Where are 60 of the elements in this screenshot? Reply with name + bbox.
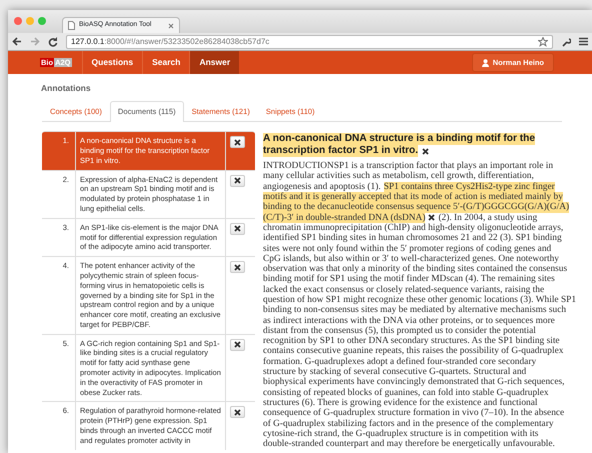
body-text: CpG islands, but also within or 3′ to well-characterized genes. One noteworthy — [263, 254, 559, 264]
body-text: of G-quadruplex stabilizing factors and in the presence of the complementary — [263, 418, 554, 429]
highlighted-snippet: SP1 contains three Cys2His2-type zinc finger — [384, 182, 555, 192]
body-text: structure by stacking of several consecutive G-quartets. Structural and — [263, 367, 526, 378]
body-text: INTRODUCTIONSP1 is a transcription factor that plays an important role in — [263, 161, 554, 172]
body-text: consisting of repeated blocks of guanines, can fold into stable G-quadruplex — [263, 388, 549, 398]
close-icon — [234, 138, 241, 146]
remove-button[interactable] — [230, 261, 245, 274]
nav-link[interactable]: Questions — [82, 51, 142, 74]
user-icon — [482, 58, 489, 66]
title-text: A non-canonical DNA structure is a binding motif for the — [263, 133, 536, 146]
body-text: cytosine-rich strand, the G-quadruplex structure is in competition with its — [263, 428, 538, 439]
close-icon[interactable] — [168, 22, 174, 28]
body-text: as indirect interactions with the DNA via other proteins, or to sequences more — [263, 316, 555, 326]
star-icon[interactable] — [538, 36, 548, 46]
address-field[interactable]: 127.0.0.1:8000/#!/answer/53233502e86284038cb57d7c — [66, 34, 553, 48]
body-text: binding motif for SP1 using the motif finder MDscan (4). The remaining sites — [263, 274, 555, 285]
body-text: double-stranded counterpart and may therefore be energetically unfavourable. — [263, 439, 555, 450]
highlighted-snippet: motifs and it is generally accepted that its mode of action is mediated mainly by — [263, 192, 563, 202]
remove-icon[interactable] — [422, 148, 430, 155]
remove-icon[interactable] — [428, 214, 436, 222]
remove-button[interactable] — [230, 174, 245, 187]
body-text: many cellular activities such as metabolism, cell growth, differentiation, — [263, 171, 534, 182]
body-text: distant from the consensus (5), this prompted us to consider the potential — [263, 326, 536, 336]
body-text: formation. G-quadruplexes adopt a defined four-stranded core secondary — [263, 356, 536, 367]
reload-icon[interactable] — [48, 36, 58, 46]
highlighted-snippet: binding to the decanucleotide consensus sequence 5′-(G/T)GGGCGG(G/A)(G/A) — [263, 202, 570, 213]
body-text: binding to non-consensus sites may be mediated by alternative mechanisms such — [263, 305, 566, 316]
page-icon — [68, 21, 75, 30]
body-text: contains consecutive guanine repeats, this raises the possibility of G-quadruplex — [263, 346, 564, 357]
close-icon — [234, 225, 241, 232]
body-text: observation was that only a minority of the binding sites contained the consensus — [263, 264, 568, 274]
highlighted-snippet: (C/T)-3′ in double-stranded DNA (dsDNA) — [263, 212, 426, 223]
section-heading: Annotations — [41, 82, 92, 95]
remove-button[interactable] — [230, 136, 245, 148]
back-icon[interactable] — [12, 37, 22, 46]
body-text: structures (6). There is growing evidence for the existence and functional — [263, 398, 538, 408]
body-text: sites were not only found within the 5′ promoter regions of coding genes and — [263, 244, 552, 254]
body-text: consequence of G-quadruplex structure formation in vivo (7–10). In the absence — [263, 408, 564, 419]
body-text: angiogenesis and apoptosis (1). — [263, 182, 381, 192]
document-row[interactable] — [42, 256, 255, 334]
nav-link[interactable]: Answer — [189, 51, 240, 74]
body-text: biophysical experiments have convincingly demonstrated that G-rich sequences, — [263, 377, 564, 388]
body-text: question of how SP1 might recognize these other genomic locations (3). While SP1 — [263, 295, 576, 306]
body-text: (2). In 2004, a study using — [438, 212, 538, 223]
remove-button[interactable] — [230, 222, 245, 235]
title-text: transcription factor SP1 in vitro. — [263, 145, 418, 158]
body-text: lacked the exact consensus or closely related-sequence variants, raising the — [263, 284, 544, 295]
remove-button[interactable] — [230, 338, 245, 351]
url-text: 127.0.0.1:8000/#!/answer/53233502e86284038cb57d7c — [71, 36, 270, 48]
body-text: identified SP1 binding sites in human chromosomes 21 and 22 (3). SP1 binding — [263, 233, 562, 244]
menu-icon[interactable] — [579, 37, 588, 46]
body-text: recognition by SP1 to other DNA secondary structures. As the SP1 binding site — [263, 336, 560, 346]
remove-button[interactable] — [230, 406, 245, 418]
close-icon — [234, 177, 241, 184]
close-icon — [234, 408, 241, 416]
close-icon — [234, 341, 241, 348]
body-text: chromatin immunoprecipitation (ChIP) and high-density oligonucleotide arrays, — [263, 222, 564, 233]
document-row[interactable] — [42, 334, 255, 402]
close-icon — [234, 264, 241, 271]
